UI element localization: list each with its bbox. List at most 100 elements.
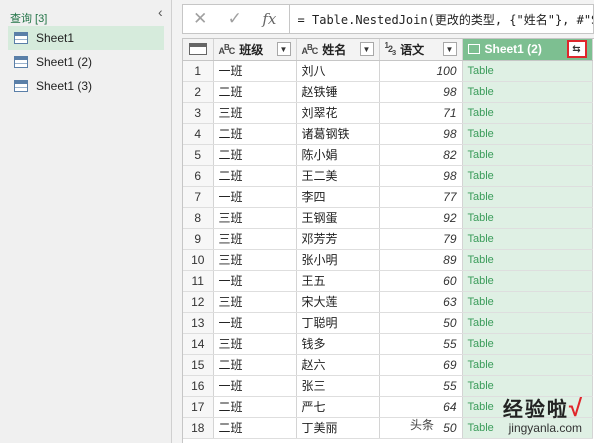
cell-nested-table-link[interactable]: Table (462, 333, 593, 355)
table-row: 6 二班 王二美 98 Table (183, 165, 593, 187)
row-number: 6 (183, 165, 214, 187)
cell-name: 王五 (296, 270, 380, 292)
row-number: 4 (183, 123, 214, 145)
row-number: 3 (183, 102, 214, 124)
table-row: 13 一班 丁聪明 50 Table (183, 312, 593, 334)
filter-dropdown-icon[interactable]: ▼ (276, 42, 291, 57)
cell-nested-table-link[interactable]: Table (462, 186, 593, 208)
cell-chinese-score: 79 (379, 228, 463, 250)
cell-nested-table-link[interactable]: Table (462, 270, 593, 292)
cell-name: 刘八 (296, 60, 380, 82)
cell-class: 一班 (213, 270, 297, 292)
cell-class: 三班 (213, 333, 297, 355)
collapse-pane-icon[interactable]: ‹ (158, 5, 170, 19)
query-item-sheet1-2[interactable]: Sheet1 (2) (8, 50, 164, 74)
number-type-icon[interactable]: 123 (385, 41, 397, 57)
cell-name: 严七 (296, 396, 380, 418)
row-number: 2 (183, 81, 214, 103)
query-item-label: Sheet1 (2) (36, 55, 93, 69)
table-row: 12 三班 宋大莲 63 Table (183, 291, 593, 313)
table-row: 3 三班 刘翠花 71 Table (183, 102, 593, 124)
table-icon (14, 56, 28, 68)
cell-name: 王二美 (296, 165, 380, 187)
watermark-brand: 经验啦 (502, 399, 569, 421)
column-header-name[interactable]: ABC 姓名 ▼ (296, 39, 380, 61)
cell-name: 李四 (296, 186, 380, 208)
cell-nested-table-link[interactable]: Table (462, 207, 593, 229)
table-menu-icon[interactable] (183, 39, 214, 61)
cell-nested-table-link[interactable]: Table (462, 249, 593, 271)
cell-name: 宋大莲 (296, 291, 380, 313)
cell-nested-table-link[interactable]: Table (462, 60, 593, 82)
cell-chinese-score: 50 (379, 312, 463, 334)
cell-nested-table-link[interactable]: Table (462, 165, 593, 187)
cell-chinese-score: 92 (379, 207, 463, 229)
query-item-sheet1[interactable]: Sheet1 (8, 26, 164, 50)
cell-nested-table-link[interactable]: Table (462, 81, 593, 103)
confirm-icon[interactable]: ✓ (218, 5, 253, 33)
cell-name: 赵铁锤 (296, 81, 380, 103)
row-number: 5 (183, 144, 214, 166)
cell-name: 邓芳芳 (296, 228, 380, 250)
cell-chinese-score: 63 (379, 291, 463, 313)
table-type-icon[interactable] (467, 44, 480, 55)
cell-chinese-score: 77 (379, 186, 463, 208)
cell-class: 二班 (213, 165, 297, 187)
row-number: 18 (183, 417, 214, 439)
cell-name: 丁美丽 (296, 417, 380, 439)
cell-name: 诸葛钢铁 (296, 123, 380, 145)
table-row: 7 一班 李四 77 Table (183, 186, 593, 208)
query-item-sheet1-3[interactable]: Sheet1 (3) (8, 74, 164, 98)
cell-chinese-score: 82 (379, 144, 463, 166)
cell-name: 张小明 (296, 249, 380, 271)
column-header-chinese[interactable]: 123 语文 ▼ (379, 39, 463, 61)
column-header-class[interactable]: ABC 班级 ▼ (213, 39, 297, 61)
row-number: 10 (183, 249, 214, 271)
cell-nested-table-link[interactable]: Table (462, 228, 593, 250)
expand-column-icon[interactable]: ⇆ (566, 40, 587, 59)
table-row: 15 二班 赵六 69 Table (183, 354, 593, 376)
cell-class: 三班 (213, 102, 297, 124)
text-type-icon[interactable]: ABC (219, 43, 236, 56)
cell-nested-table-link[interactable]: Table (462, 123, 593, 145)
formula-separator (288, 5, 290, 33)
cell-nested-table-link[interactable]: Table (462, 312, 593, 334)
text-type-icon[interactable]: ABC (302, 43, 319, 56)
cell-class: 二班 (213, 81, 297, 103)
cell-chinese-score: 98 (379, 81, 463, 103)
cell-chinese-score: 98 (379, 123, 463, 145)
table-row: 14 三班 钱多 55 Table (183, 333, 593, 355)
cancel-icon[interactable]: ✕ (183, 5, 218, 33)
cell-class: 二班 (213, 396, 297, 418)
row-number: 7 (183, 186, 214, 208)
data-table: ABC 班级 ▼ ABC 姓名 ▼ 123 语文 ▼ Sheet1 (2) ⇆ … (183, 39, 593, 439)
cell-class: 三班 (213, 228, 297, 250)
formula-bar: ✕ ✓ fx = Table.NestedJoin(更改的类型, {"姓名"},… (182, 4, 594, 34)
row-number: 12 (183, 291, 214, 313)
cell-chinese-score: 64 (379, 396, 463, 418)
cell-class: 一班 (213, 60, 297, 82)
cell-chinese-score: 100 (379, 60, 463, 82)
cell-class: 二班 (213, 354, 297, 376)
cell-chinese-score: 98 (379, 165, 463, 187)
cell-nested-table-link[interactable]: Table (462, 102, 593, 124)
cell-name: 王钢蛋 (296, 207, 380, 229)
table-row: 1 一班 刘八 100 Table (183, 60, 593, 82)
cell-class: 三班 (213, 291, 297, 313)
cell-nested-table-link[interactable]: Table (462, 144, 593, 166)
cell-nested-table-link[interactable]: Table (462, 291, 593, 313)
cell-name: 陈小娟 (296, 144, 380, 166)
fx-icon[interactable]: fx (252, 5, 287, 33)
formula-input[interactable]: = Table.NestedJoin(更改的类型, {"姓名"}, #"Sh (298, 11, 593, 28)
table-icon (14, 80, 28, 92)
filter-dropdown-icon[interactable]: ▼ (442, 42, 457, 57)
header-row: ABC 班级 ▼ ABC 姓名 ▼ 123 语文 ▼ Sheet1 (2) ⇆ (183, 39, 593, 61)
column-header-label: Sheet1 (2) (484, 42, 542, 57)
check-mark-icon: √ (568, 395, 582, 422)
cell-nested-table-link[interactable]: Table (462, 354, 593, 376)
query-item-label: Sheet1 (36, 31, 75, 45)
cell-name: 钱多 (296, 333, 380, 355)
column-header-sheet1-2[interactable]: Sheet1 (2) ⇆ (462, 39, 593, 61)
table-row: 4 二班 诸葛钢铁 98 Table (183, 123, 593, 145)
filter-dropdown-icon[interactable]: ▼ (359, 42, 374, 57)
